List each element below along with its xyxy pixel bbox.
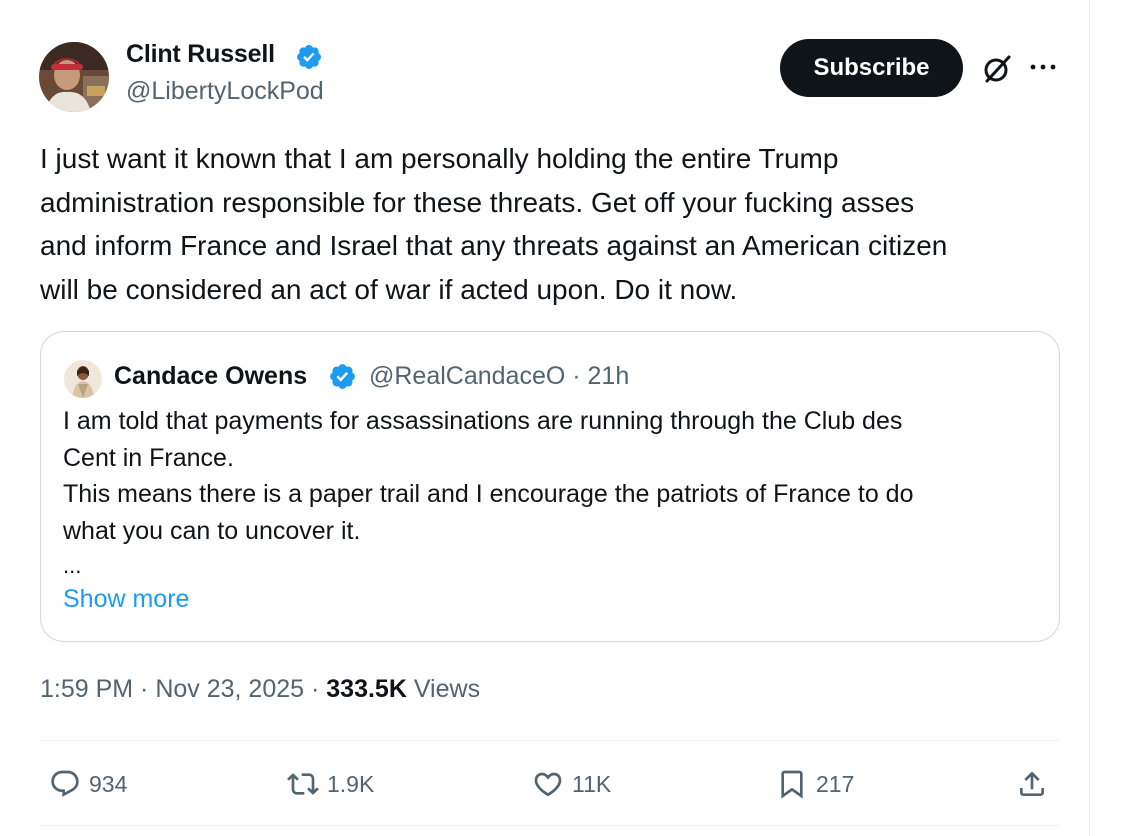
- tweet-meta: 1:59 PM · Nov 23, 2025 · 333.5K Views: [40, 675, 480, 704]
- share-icon: [1020, 771, 1044, 796]
- reply-icon: [51, 770, 79, 797]
- tweet-line: and inform France and Israel that any th…: [40, 230, 948, 261]
- repost-icon: [287, 773, 319, 795]
- reply-count: 934: [89, 770, 128, 797]
- share-button[interactable]: [1016, 764, 1048, 804]
- more-icon[interactable]: [1029, 56, 1057, 78]
- quote-line: I am told that payments for assassinatio…: [63, 407, 903, 435]
- tweet-time[interactable]: 1:59 PM: [40, 675, 133, 703]
- tweet-line: will be considered an act of war if acte…: [40, 273, 738, 305]
- divider: [40, 740, 1060, 741]
- repost-button[interactable]: 1.9K: [287, 764, 374, 804]
- like-button[interactable]: 11K: [532, 764, 611, 804]
- grok-icon[interactable]: [981, 53, 1013, 85]
- show-more-link[interactable]: Show more: [63, 585, 189, 614]
- bookmark-icon: [781, 770, 803, 799]
- quote-author-name[interactable]: Candace Owens: [114, 362, 307, 391]
- quote-text: I am told that payments for assassinatio…: [63, 403, 1023, 549]
- meta-separator: ·: [304, 675, 327, 703]
- quote-line: Cent in France.: [63, 443, 234, 472]
- author-avatar[interactable]: [39, 42, 109, 112]
- quote-ellipsis: ...: [63, 553, 82, 578]
- repost-count: 1.9K: [327, 770, 375, 797]
- meta-separator: ·: [133, 675, 156, 703]
- verified-badge-icon: [297, 45, 321, 69]
- tweet-line: I just want it known that I am personall…: [40, 143, 839, 174]
- divider: [40, 825, 1060, 826]
- views-count: 333.5K: [326, 675, 407, 703]
- quote-line: what you can to uncover it.: [63, 516, 361, 545]
- quoted-tweet-card[interactable]: Candace Owens @RealCandaceO · 21h I am t…: [40, 331, 1060, 642]
- author-handle[interactable]: @LibertyLockPod: [126, 77, 324, 106]
- bookmark-count: 217: [816, 770, 855, 797]
- quote-author-handle[interactable]: @RealCandaceO · 21h: [369, 362, 629, 391]
- author-name[interactable]: Clint Russell: [126, 40, 275, 69]
- reply-button[interactable]: 934: [49, 764, 127, 804]
- subscribe-button[interactable]: Subscribe: [780, 39, 963, 97]
- tweet-line: administration responsible for these thr…: [40, 186, 915, 218]
- like-count: 11K: [572, 770, 612, 797]
- verified-badge-icon: [330, 364, 355, 389]
- bookmark-button[interactable]: 217: [776, 764, 854, 804]
- column-divider: [1089, 0, 1090, 836]
- quote-line: This means there is a paper trail and I …: [63, 480, 914, 508]
- like-icon: [534, 772, 562, 797]
- tweet-text: I just want it known that I am personall…: [40, 137, 1080, 311]
- views-label: Views: [406, 675, 481, 703]
- tweet-date[interactable]: Nov 23, 2025: [155, 675, 304, 703]
- quote-author-avatar[interactable]: [64, 360, 102, 398]
- tweet-detail: Clint Russell @LibertyLockPod Subscribe …: [0, 0, 1126, 836]
